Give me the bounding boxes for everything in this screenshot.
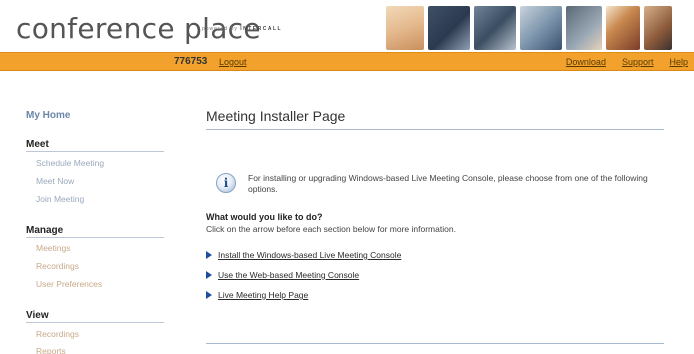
header: conference place powered by INTERCALL (0, 0, 694, 52)
support-link[interactable]: Support (622, 57, 654, 67)
header-photo (386, 6, 424, 50)
sidebar-item-recordings[interactable]: Recordings (36, 261, 79, 271)
header-photo (474, 6, 516, 50)
question-heading: What would you like to do? (206, 212, 323, 222)
sidebar-item-meetings[interactable]: Meetings (36, 243, 71, 253)
expand-arrow-icon[interactable] (206, 291, 212, 299)
sidebar-section-view: View (26, 310, 164, 323)
tagline-brand: INTERCALL (240, 26, 283, 32)
account-id: 776753 (174, 56, 208, 67)
header-photo-strip (386, 6, 672, 50)
header-photo (520, 6, 562, 50)
sidebar-item-my-home[interactable]: My Home (26, 110, 70, 121)
expand-arrow-icon[interactable] (206, 271, 212, 279)
option-web-console[interactable]: Use the Web-based Meeting Console (206, 270, 359, 280)
sidebar-item-view-recordings[interactable]: Recordings (36, 329, 79, 339)
sidebar-item-user-preferences[interactable]: User Preferences (36, 279, 102, 289)
sidebar-item-schedule-meeting[interactable]: Schedule Meeting (36, 158, 104, 168)
expand-arrow-icon[interactable] (206, 251, 212, 259)
top-nav-bar: 776753 Logout Download Support Help (0, 52, 694, 71)
tagline: powered by INTERCALL (202, 26, 282, 32)
header-photo (566, 6, 602, 50)
instruction-text: Click on the arrow before each section b… (206, 224, 456, 234)
info-message: For installing or upgrading Windows-base… (248, 173, 648, 194)
sidebar-section-meet: Meet (26, 139, 164, 152)
sidebar-section-manage: Manage (26, 225, 164, 238)
sidebar-item-reports[interactable]: Reports (36, 346, 66, 354)
option-label[interactable]: Live Meeting Help Page (218, 290, 308, 300)
title-divider (206, 129, 664, 130)
logout-link[interactable]: Logout (219, 57, 247, 67)
help-link[interactable]: Help (669, 57, 688, 67)
page-title: Meeting Installer Page (206, 108, 346, 124)
top-links: Download Support Help (566, 57, 688, 67)
header-photo (644, 6, 672, 50)
sidebar: My Home Meet Schedule Meeting Meet Now J… (0, 71, 168, 354)
bottom-divider (206, 343, 664, 344)
option-help-page[interactable]: Live Meeting Help Page (206, 290, 308, 300)
option-install-windows-console[interactable]: Install the Windows-based Live Meeting C… (206, 250, 401, 260)
option-label[interactable]: Use the Web-based Meeting Console (218, 270, 359, 280)
header-photo (428, 6, 470, 50)
tagline-prefix: powered by (202, 26, 238, 32)
sidebar-item-join-meeting[interactable]: Join Meeting (36, 194, 84, 204)
info-icon: i (216, 173, 236, 193)
header-photo (606, 6, 640, 50)
option-label[interactable]: Install the Windows-based Live Meeting C… (218, 250, 401, 260)
sidebar-item-meet-now[interactable]: Meet Now (36, 176, 74, 186)
download-link[interactable]: Download (566, 57, 606, 67)
